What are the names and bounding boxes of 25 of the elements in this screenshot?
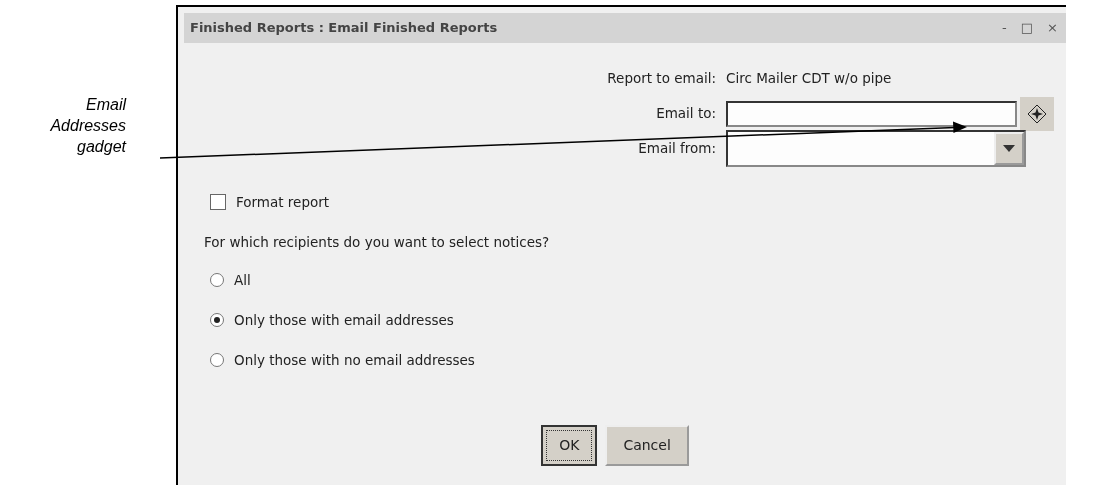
email-to-field[interactable] <box>726 100 1017 127</box>
window-title: Finished Reports : Email Finished Reports <box>190 19 498 38</box>
cancel-button[interactable]: Cancel <box>605 425 689 467</box>
radio-label: All <box>234 271 251 291</box>
question-text: For which recipients do you want to select notices? <box>204 233 551 252</box>
checkbox-label: Format report <box>236 192 330 212</box>
callout-text: Email Addresses gadget <box>49 95 126 157</box>
ok-button[interactable]: OK <box>541 425 598 467</box>
radio-button[interactable] <box>210 273 224 288</box>
caret-icon <box>1003 144 1015 153</box>
email-addresses-button[interactable] <box>1020 96 1054 131</box>
radio-button[interactable] <box>210 313 224 328</box>
window-control[interactable]: × <box>1047 18 1058 38</box>
window-control[interactable]: □ <box>1020 18 1034 38</box>
compass-icon <box>1027 103 1047 124</box>
field-label: Email to: <box>655 104 716 124</box>
radio-label: Only those with email addresses <box>234 311 454 331</box>
radio-button[interactable] <box>210 353 224 368</box>
field-label: Report to email: <box>606 69 716 89</box>
window-control[interactable]: - <box>1002 18 1007 38</box>
checkbox[interactable] <box>210 194 226 210</box>
field-label: Email from: <box>637 139 716 159</box>
email-from-dropdown[interactable] <box>726 130 1026 167</box>
report-name: Circ Mailer CDT w/o pipe <box>726 69 892 89</box>
radio-label: Only those with no email addresses <box>234 351 475 371</box>
